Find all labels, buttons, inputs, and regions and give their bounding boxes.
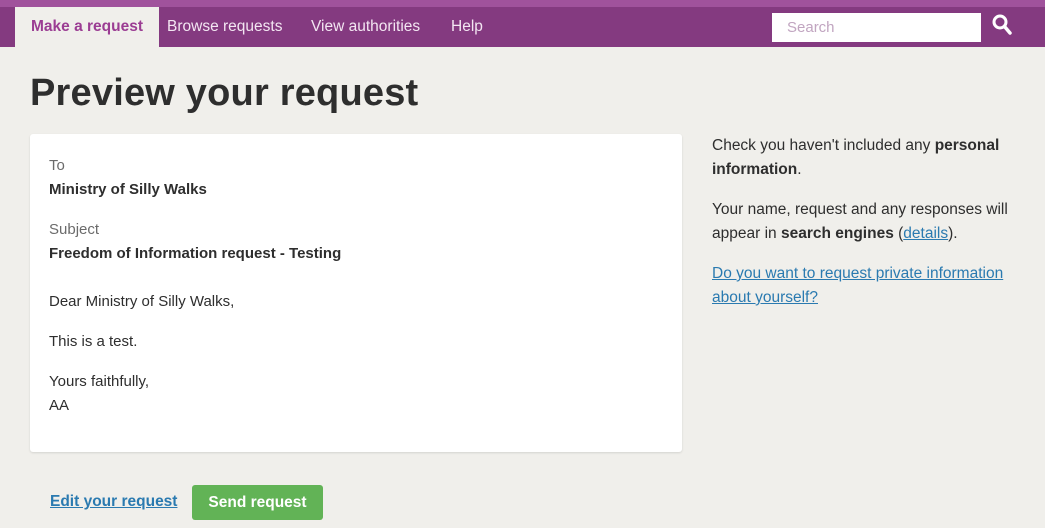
subject-value: Freedom of Information request - Testing — [49, 245, 342, 262]
send-request-button[interactable]: Send request — [192, 485, 323, 520]
tab-help[interactable]: Help — [451, 7, 483, 47]
tab-make-a-request[interactable]: Make a request — [15, 7, 159, 47]
search-button[interactable] — [990, 12, 1014, 40]
personal-info-warning: Check you haven't included any personal … — [712, 134, 1017, 182]
magnifier-icon — [992, 14, 1012, 35]
personal-info-text: Check you haven't included any — [712, 137, 935, 154]
letter-greeting: Dear Ministry of Silly Walks, — [49, 293, 235, 310]
edit-request-link[interactable]: Edit your request — [50, 490, 177, 514]
paren-close: ). — [948, 225, 958, 242]
details-link[interactable]: details — [903, 225, 948, 242]
private-information-link[interactable]: Do you want to request private informati… — [712, 265, 1003, 306]
privacy-notice-sidebar: Check you haven't included any personal … — [712, 134, 1017, 326]
paren-open: ( — [893, 225, 904, 242]
subject-label: Subject — [49, 221, 100, 238]
letter-signature: AA — [49, 397, 70, 414]
search-engines-emphasis: search engines — [780, 225, 894, 242]
request-preview-card: To Ministry of Silly Walks Subject Freed… — [30, 134, 682, 452]
search-engines-notice: Your name, request and any responses wil… — [712, 198, 1017, 246]
page-title: Preview your request — [30, 72, 419, 114]
top-navigation-bar: Make a request Browse requests View auth… — [0, 0, 1045, 47]
to-label: To — [49, 157, 65, 174]
tab-browse-requests[interactable]: Browse requests — [167, 7, 282, 47]
letter-signoff: Yours faithfully, — [49, 373, 150, 390]
to-value: Ministry of Silly Walks — [49, 181, 207, 198]
personal-info-period: . — [797, 161, 802, 178]
search-input[interactable] — [772, 13, 981, 42]
tab-view-authorities[interactable]: View authorities — [311, 7, 420, 47]
letter-body: This is a test. — [49, 333, 138, 350]
